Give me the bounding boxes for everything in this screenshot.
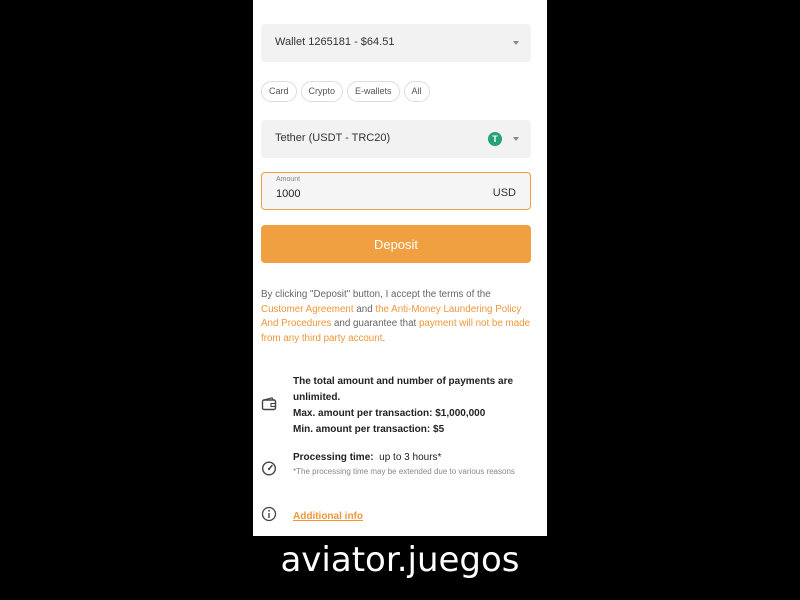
- wallet-label: Wallet 1265181 - $64.51: [275, 36, 395, 48]
- amount-field[interactable]: Amount USD: [261, 172, 531, 210]
- filter-chip-ewallets[interactable]: E-wallets: [347, 81, 400, 102]
- terms-text-part: By clicking "Deposit" button, I accept t…: [261, 289, 491, 300]
- terms-text-part: .: [382, 332, 386, 344]
- info-icon: [261, 506, 277, 522]
- amount-input[interactable]: [276, 188, 456, 200]
- limits-unlimited: The total amount and number of payments …: [293, 376, 514, 403]
- limits-text: The total amount and number of payments …: [293, 374, 531, 438]
- additional-info-link[interactable]: Additional info: [293, 511, 363, 522]
- limits-min: Min. amount per transaction: $5: [293, 424, 445, 435]
- terms-text: By clicking "Deposit" button, I accept t…: [261, 288, 531, 346]
- tether-icon: T: [488, 132, 502, 146]
- watermark-domain: aviator.juegos: [280, 540, 520, 580]
- chevron-down-icon: [513, 137, 519, 141]
- processing-value: up to 3 hours*: [379, 452, 442, 463]
- filter-chip-crypto[interactable]: Crypto: [300, 81, 344, 102]
- currency-label: USD: [492, 187, 516, 199]
- payment-method-select[interactable]: Tether (USDT - TRC20) T: [261, 120, 531, 158]
- processing-label: Processing time:: [293, 452, 374, 463]
- chevron-down-icon: [513, 41, 519, 45]
- filter-chip-card[interactable]: Card: [261, 81, 297, 102]
- payment-method-label: Tether (USDT - TRC20): [275, 132, 391, 144]
- filter-chip-all[interactable]: All: [403, 81, 430, 102]
- processing-text: Processing time: up to 3 hours* *The pro…: [293, 452, 531, 477]
- method-filter-chips: Card Crypto E-wallets All: [261, 81, 434, 103]
- speedometer-icon: [261, 461, 277, 476]
- limits-max: Max. amount per transaction: $1,000,000: [293, 408, 486, 419]
- processing-note: *The processing time may be extended due…: [293, 467, 515, 476]
- wallet-icon: [261, 397, 277, 411]
- deposit-panel: Wallet 1265181 - $64.51 Card Crypto E-wall…: [253, 0, 547, 536]
- terms-text-part: and: [353, 303, 376, 315]
- customer-agreement-link[interactable]: Customer Agreement: [261, 304, 354, 315]
- deposit-button[interactable]: Deposit: [261, 225, 531, 263]
- wallet-select[interactable]: Wallet 1265181 - $64.51: [261, 24, 531, 62]
- amount-label: Amount: [276, 176, 301, 183]
- terms-text-part: and guarantee that: [331, 318, 419, 329]
